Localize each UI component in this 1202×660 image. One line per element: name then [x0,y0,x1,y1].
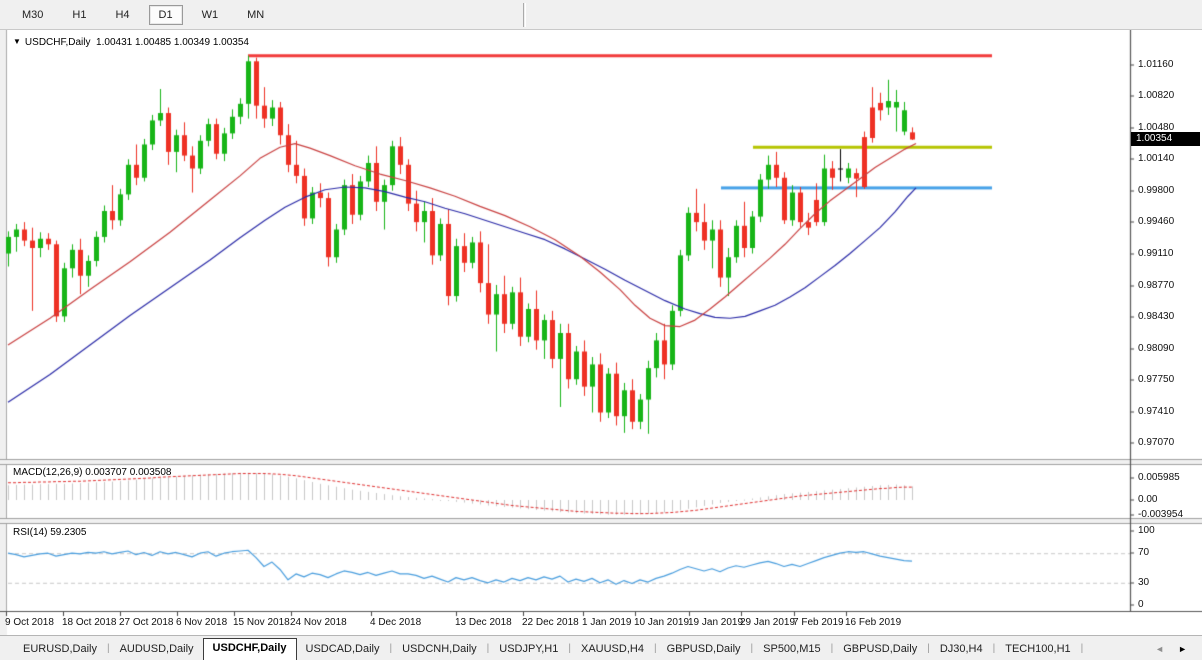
x-axis-label: 16 Feb 2019 [845,617,901,628]
timeframe-button-d1[interactable]: D1 [149,5,183,25]
price-axis-label: 0.97410 [1138,406,1174,417]
chart-title: ▼ USDCHF,Daily 1.00431 1.00485 1.00349 1.… [13,37,249,48]
price-axis-label: 0.98770 [1138,280,1174,291]
x-axis-label: 9 Oct 2018 [5,617,54,628]
x-axis-label: 4 Dec 2018 [370,617,421,628]
x-axis-label: 1 Jan 2019 [582,617,632,628]
tab-usdcnh-daily[interactable]: USDCNH,Daily [393,639,486,660]
x-axis-label: 19 Jan 2019 [688,617,743,628]
tab-scroll-right-icon[interactable]: ► [1171,643,1194,655]
chart-title-symbol: USDCHF,Daily [25,37,91,48]
current-price-badge: 1.00354 [1131,132,1200,146]
tab-eurusd-daily[interactable]: EURUSD,Daily [14,639,106,660]
price-axis-label: 0.98430 [1138,311,1174,322]
x-axis-label: 6 Nov 2018 [176,617,227,628]
timeframe-button-h1[interactable]: H1 [62,5,96,25]
tab-scroll-buttons: ◄► [1148,643,1194,660]
price-axis-label: 0.97070 [1138,437,1174,448]
rsi-axis-label: 100 [1138,525,1155,536]
x-axis-label: 7 Feb 2019 [793,617,844,628]
timeframe-button-h4[interactable]: H4 [105,5,139,25]
price-axis-label: 0.98090 [1138,343,1174,354]
rsi-axis-label: 0 [1138,599,1144,610]
tab-scroll-left-icon[interactable]: ◄ [1148,643,1171,655]
x-axis-label: 10 Jan 2019 [634,617,689,628]
price-axis-label: 1.01160 [1138,59,1173,70]
tab-usdjpy-h1[interactable]: USDJPY,H1 [490,639,567,660]
tab-usdcad-daily[interactable]: USDCAD,Daily [297,639,389,660]
rsi-axis-label: 70 [1138,547,1149,558]
tab-dj30-h4[interactable]: DJ30,H4 [931,639,992,660]
x-axis-label: 13 Dec 2018 [455,617,512,628]
timeframe-button-w1[interactable]: W1 [192,5,229,25]
tab-separator: | [1080,643,1085,660]
chart-window: ▼ USDCHF,Daily 1.00431 1.00485 1.00349 1.… [0,30,1202,635]
tab-xauusd-h4[interactable]: XAUUSD,H4 [572,639,653,660]
tab-audusd-daily[interactable]: AUDUSD,Daily [111,639,203,660]
timeframe-toolbar: M30 H1 H4 D1 W1 MN [0,0,1202,30]
triangle-down-icon: ▼ [13,37,21,46]
tab-gbpusd-daily[interactable]: GBPUSD,Daily [658,639,750,660]
rsi-axis-label: 30 [1138,577,1149,588]
toolbar-separator [523,3,526,27]
x-axis-label: 27 Oct 2018 [119,617,173,628]
price-axis-label: 0.99800 [1138,185,1174,196]
x-axis-label: 22 Dec 2018 [522,617,579,628]
chart-title-ohlc: 1.00431 1.00485 1.00349 1.00354 [96,37,249,48]
tab-gbpusd-daily-2[interactable]: GBPUSD,Daily [834,639,926,660]
macd-pane-title: MACD(12,26,9) 0.003707 0.003508 [13,467,171,478]
macd-axis-label: 0.00 [1138,494,1157,505]
x-axis-label: 24 Nov 2018 [290,617,347,628]
tab-sp500-m15[interactable]: SP500,M15 [754,639,829,660]
rsi-label: RSI(14) [13,527,47,538]
price-axis-label: 1.00140 [1138,153,1174,164]
macd-axis-label: -0.003954 [1138,509,1183,520]
timeframe-button-mn[interactable]: MN [237,5,274,25]
macd-values: 0.003707 0.003508 [85,467,171,478]
x-axis-label: 18 Oct 2018 [62,617,116,628]
macd-label: MACD(12,26,9) [13,467,82,478]
tab-usdchf-daily[interactable]: USDCHF,Daily [203,638,297,660]
macd-axis-label: 0.005985 [1138,472,1180,483]
x-axis-label: 15 Nov 2018 [233,617,290,628]
rsi-pane-title: RSI(14) 59.2305 [13,527,86,538]
price-axis-label: 0.97750 [1138,374,1174,385]
price-axis-label: 0.99460 [1138,216,1174,227]
price-axis-label: 0.99110 [1138,248,1173,259]
price-chart-canvas[interactable] [0,30,1202,635]
timeframe-button-m30[interactable]: M30 [12,5,53,25]
rsi-value: 59.2305 [50,527,86,538]
tab-tech100-h1[interactable]: TECH100,H1 [996,639,1079,660]
price-axis-label: 1.00820 [1138,90,1174,101]
chart-tabs: EURUSD,Daily|AUDUSD,DailyUSDCHF,DailyUSD… [0,635,1202,660]
x-axis-label: 29 Jan 2019 [740,617,795,628]
